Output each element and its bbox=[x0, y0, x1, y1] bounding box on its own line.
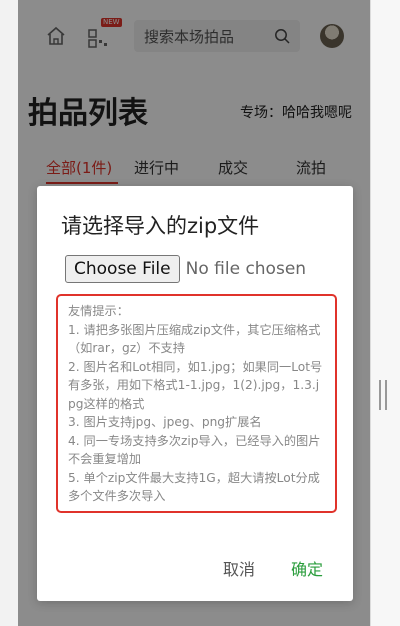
tip-item: 5. 单个zip文件最大支持1G，超大请按Lot分成多个文件多次导入 bbox=[68, 470, 320, 504]
tip-item: 1. 请把多张图片压缩成zip文件，其它压缩格式（如rar，gz）不支持 bbox=[68, 322, 321, 356]
dialog-footer: 取消 确定 bbox=[37, 556, 353, 580]
tip-item: 3. 图片支持jpg、jpeg、png扩展名 bbox=[68, 415, 262, 429]
choose-file-button[interactable]: Choose File bbox=[65, 255, 180, 283]
tips-text: 友情提示： 1. 请把多张图片压缩成zip文件，其它压缩格式（如rar，gz）不… bbox=[68, 302, 325, 506]
tips-heading: 友情提示： bbox=[68, 304, 129, 318]
tip-item: 4. 同一专场支持多次zip导入，已经导入的图片不会重复增加 bbox=[68, 433, 321, 467]
file-status-text: No file chosen bbox=[185, 259, 307, 279]
import-zip-dialog: 请选择导入的zip文件 Choose File No file chosen 友… bbox=[37, 186, 353, 601]
cancel-button[interactable]: 取消 bbox=[223, 556, 255, 580]
file-input: Choose File No file chosen bbox=[65, 254, 306, 284]
tips-box: 友情提示： 1. 请把多张图片压缩成zip文件，其它压缩格式（如rar，gz）不… bbox=[56, 294, 337, 513]
dialog-title: 请选择导入的zip文件 bbox=[61, 214, 260, 238]
resize-handle[interactable] bbox=[379, 380, 387, 410]
tip-item: 2. 图片名和Lot相同，如1.jpg；如果同一Lot号有多张，用如下格式1-1… bbox=[68, 359, 323, 411]
page-gutter bbox=[370, 0, 400, 626]
confirm-button[interactable]: 确定 bbox=[291, 556, 323, 580]
